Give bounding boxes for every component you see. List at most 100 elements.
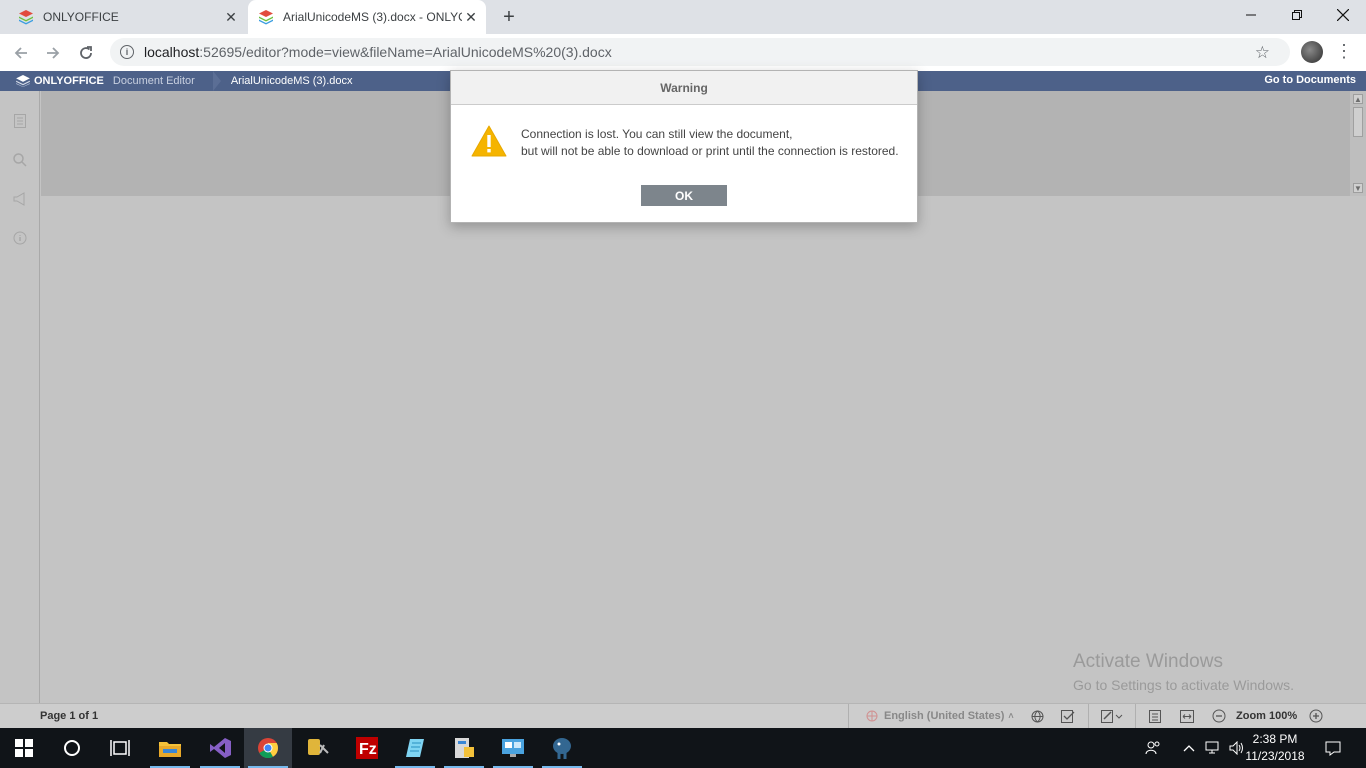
onlyoffice-brand[interactable]: ONLYOFFICE [16, 75, 104, 87]
browser-menu-icon[interactable]: ⋮ [1335, 40, 1353, 64]
dialog-title[interactable]: Warning [451, 71, 917, 105]
status-bar: Page 1 of 1 English (United States) ˄ Zo… [0, 703, 1366, 728]
back-arrow-icon [14, 47, 27, 59]
elephant-icon [553, 738, 571, 759]
minimize-icon [1246, 14, 1256, 16]
task-view-button[interactable] [96, 728, 144, 768]
people-icon[interactable] [1144, 738, 1162, 758]
clock-time: 2:38 PM [1252, 732, 1298, 746]
cortana-button[interactable] [48, 728, 96, 768]
taskbar-postgresql[interactable] [538, 728, 586, 768]
server-icon [455, 738, 474, 758]
app-name: Document Editor [112, 75, 195, 87]
taskbar-file-explorer[interactable] [146, 728, 194, 768]
zoom-level[interactable]: Zoom 100% [1236, 710, 1297, 722]
svg-text:Fz: Fz [359, 741, 377, 758]
document-title: ArialUnicodeMS (3).docx [230, 75, 353, 87]
search-icon[interactable] [12, 152, 28, 168]
tab-title: ArialUnicodeMS (3).docx - ONLYOFFICE [283, 10, 462, 24]
close-tab-icon[interactable]: ✕ [462, 8, 480, 26]
feedback-icon[interactable] [12, 191, 28, 207]
warning-icon [471, 125, 507, 157]
tab-onlyoffice[interactable]: ONLYOFFICE ✕ [0, 0, 246, 34]
scroll-down-icon[interactable]: ▼ [1353, 183, 1363, 193]
language-selector[interactable]: English (United States) ˄ [866, 710, 1014, 722]
fit-width-icon[interactable] [1179, 709, 1195, 723]
taskbar-remote-desktop[interactable] [489, 728, 537, 768]
address-bar[interactable]: i localhost:52695/editor?mode=view&fileN… [110, 38, 1290, 66]
language-label: English (United States) [884, 710, 1005, 722]
close-window-button[interactable] [1320, 0, 1366, 30]
notepad-icon [406, 739, 424, 757]
cortana-circle-icon [64, 740, 80, 756]
fit-page-icon[interactable] [1147, 709, 1163, 723]
folder-icon [159, 742, 181, 757]
taskbar-notepad[interactable] [391, 728, 439, 768]
minimize-button[interactable] [1228, 0, 1274, 30]
magnifier-icon [13, 153, 27, 167]
zoom-in-button[interactable] [1308, 709, 1324, 723]
watermark-subtitle: Go to Settings to activate Windows. [1073, 677, 1294, 693]
show-hidden-icons [1183, 745, 1195, 752]
taskbar-database-tool[interactable] [294, 728, 342, 768]
chevron-up-icon[interactable] [1180, 738, 1198, 758]
tab-title: ONLYOFFICE [43, 10, 119, 24]
reload-button[interactable] [73, 40, 99, 66]
restore-button[interactable] [1274, 0, 1320, 30]
close-tab-icon[interactable]: ✕ [222, 8, 240, 26]
track-changes-icon[interactable] [1100, 709, 1124, 723]
profile-avatar[interactable] [1301, 41, 1323, 63]
spellcheck-icon[interactable] [1060, 709, 1076, 723]
review-icon [1101, 709, 1123, 723]
about-icon[interactable] [12, 230, 28, 246]
taskbar-server-manager[interactable] [440, 728, 488, 768]
network-icon[interactable] [1204, 738, 1222, 758]
scroll-up-icon[interactable]: ▲ [1353, 94, 1363, 104]
info-icon [13, 231, 27, 245]
megaphone-icon [13, 192, 25, 206]
scroll-thumb[interactable] [1353, 107, 1363, 137]
browser-tabstrip: ONLYOFFICE ✕ ArialUnicodeMS (3).docx - O… [0, 0, 1366, 34]
url-path: :52695/editor?mode=view&fileName=ArialUn… [199, 44, 612, 60]
reload-icon [80, 46, 92, 59]
new-tab-button[interactable]: + [498, 6, 520, 28]
system-clock[interactable]: 2:38 PM 11/23/2018 [1240, 731, 1310, 765]
zoom-out-icon [1212, 709, 1226, 723]
site-info-icon[interactable]: i [120, 45, 134, 59]
document-canvas [41, 196, 1350, 703]
back-button[interactable] [8, 40, 34, 66]
navigation-icon[interactable] [12, 113, 28, 129]
brand-label: ONLYOFFICE [34, 75, 104, 87]
url-host: localhost [144, 44, 200, 60]
go-to-documents-link[interactable]: Go to Documents [1264, 74, 1356, 86]
start-button[interactable] [0, 728, 48, 768]
ok-button[interactable]: OK [641, 185, 727, 206]
chrome-icon [258, 738, 279, 759]
document-icon [14, 114, 26, 128]
zoom-out-button[interactable] [1211, 709, 1227, 723]
onlyoffice-logo-icon [259, 10, 273, 25]
taskbar-filezilla[interactable]: Fz [343, 728, 391, 768]
taskbar-visual-studio[interactable] [196, 728, 244, 768]
zoom-in-icon [1309, 709, 1323, 723]
bookmark-star-icon[interactable]: ☆ [1255, 43, 1270, 63]
onlyoffice-logo-icon [19, 10, 33, 25]
tab-document[interactable]: ArialUnicodeMS (3).docx - ONLYOFFICE ✕ [248, 0, 486, 34]
dialog-body: Connection is lost. You can still view t… [451, 105, 917, 223]
database-icon [308, 739, 329, 755]
chevron-up-icon: ˄ [1008, 711, 1014, 721]
task-view-icon [110, 740, 130, 756]
header-separator [212, 71, 221, 91]
taskbar-chrome[interactable] [244, 728, 292, 768]
ethernet-icon [1205, 741, 1219, 754]
spell-check-icon [1061, 709, 1075, 723]
page-counter[interactable]: Page 1 of 1 [40, 710, 98, 722]
vertical-scrollbar[interactable]: ▲ ▼ [1350, 91, 1366, 196]
language-icon [866, 710, 878, 722]
forward-button[interactable] [40, 40, 66, 66]
notifications-icon[interactable] [1324, 738, 1342, 758]
globe-icon [1031, 710, 1043, 723]
width-icon [1180, 709, 1194, 723]
doc-language-icon[interactable] [1029, 709, 1045, 723]
watermark-title: Activate Windows [1073, 651, 1223, 672]
